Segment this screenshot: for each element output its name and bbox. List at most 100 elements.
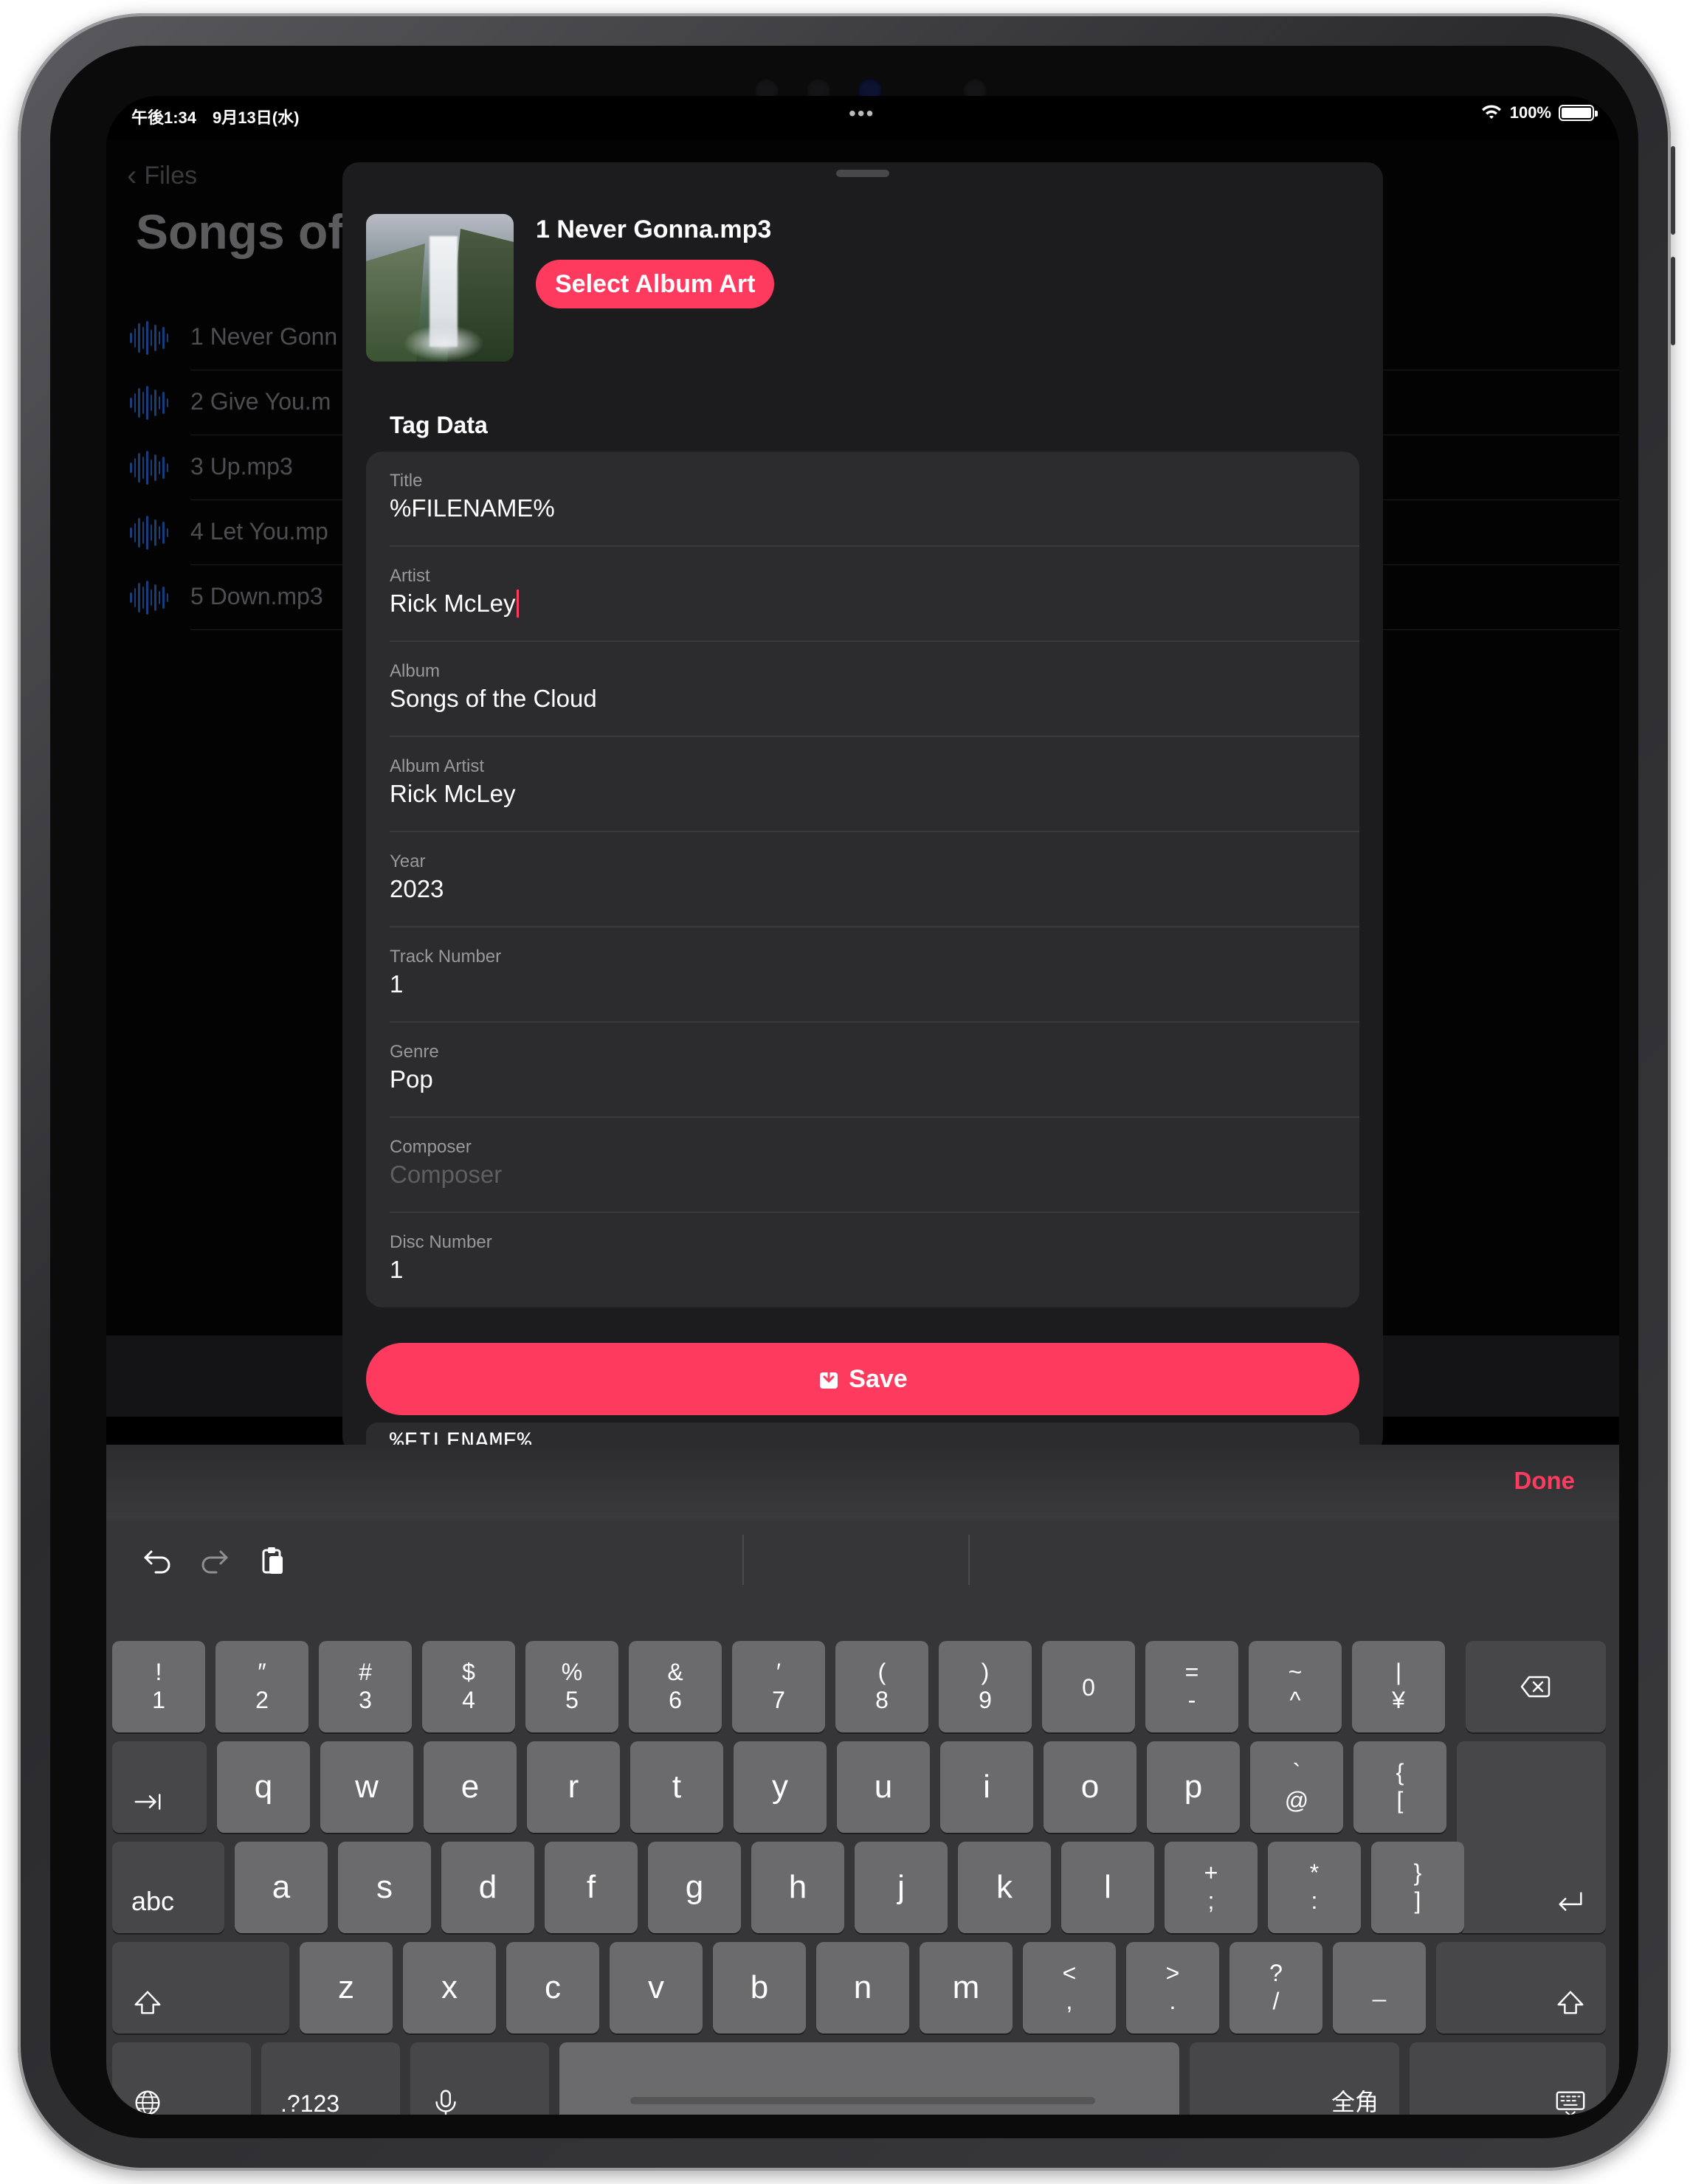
delete-key[interactable] — [1466, 1641, 1606, 1732]
tag-field-year[interactable]: Year 2023 — [366, 832, 1359, 927]
redo-icon[interactable] — [196, 1542, 233, 1579]
key-b[interactable]: b — [713, 1942, 806, 2033]
save-icon — [818, 1368, 840, 1390]
key-f[interactable]: f — [545, 1842, 638, 1933]
globe-icon — [135, 2090, 160, 2115]
audio-waveform-icon — [130, 580, 168, 615]
key-c[interactable]: c — [506, 1942, 599, 2033]
key-9[interactable]: ) 9 — [939, 1641, 1032, 1732]
key-^[interactable]: ~ ^ — [1249, 1641, 1342, 1732]
select-album-art-button[interactable]: Select Album Art — [536, 260, 775, 308]
key-r[interactable]: r — [527, 1741, 620, 1833]
tag-field-composer[interactable]: Composer Composer — [366, 1118, 1359, 1213]
field-value[interactable]: Rick McLey — [390, 780, 516, 808]
key-@[interactable]: ` @ — [1250, 1741, 1343, 1833]
key-5[interactable]: % 5 — [525, 1641, 618, 1732]
shift-icon — [134, 1991, 161, 2014]
shift-key-left[interactable] — [112, 1942, 289, 2033]
key-t[interactable]: t — [630, 1741, 723, 1833]
key-o[interactable]: o — [1044, 1741, 1137, 1833]
dismiss-keyboard-key[interactable] — [1410, 2042, 1606, 2115]
tag-fields-list: Title %FILENAME% Artist Rick McLey Album Song… — [366, 452, 1359, 1307]
key-q[interactable]: q — [217, 1741, 310, 1833]
key-g[interactable]: g — [648, 1842, 741, 1933]
tag-field-album[interactable]: Album Songs of the Cloud — [366, 642, 1359, 737]
key-][interactable]: }] — [1371, 1842, 1464, 1933]
field-value[interactable]: Composer — [390, 1161, 502, 1189]
kana-toggle-key[interactable]: 全角 — [1190, 2042, 1399, 2115]
save-button[interactable]: Save — [366, 1343, 1359, 1415]
tag-field-title[interactable]: Title %FILENAME% — [366, 452, 1359, 547]
key-8[interactable]: (8 — [835, 1641, 928, 1732]
key-p[interactable]: p — [1147, 1741, 1240, 1833]
key-,[interactable]: <, — [1023, 1942, 1116, 2033]
field-value[interactable]: %FILENAME% — [390, 494, 555, 522]
field-value[interactable]: 1 — [390, 970, 403, 998]
tag-field-album-artist[interactable]: Album Artist Rick McLey — [366, 737, 1359, 832]
dictation-key[interactable] — [410, 2042, 549, 2115]
sheet-grabber[interactable] — [836, 170, 889, 177]
tab-key[interactable] — [112, 1741, 207, 1833]
globe-key[interactable] — [112, 2042, 251, 2115]
key-1[interactable]: ! 1 — [112, 1641, 205, 1732]
done-button[interactable]: Done — [1514, 1467, 1576, 1495]
key-¥[interactable]: | ¥ — [1352, 1641, 1445, 1732]
numbers-key[interactable]: .?123 — [261, 2042, 400, 2115]
key-m[interactable]: m — [920, 1942, 1013, 2033]
field-value[interactable]: Pop — [390, 1065, 433, 1093]
abc-key[interactable]: abc — [112, 1842, 224, 1933]
key-y[interactable]: y — [734, 1741, 827, 1833]
key-:[interactable]: *: — [1268, 1842, 1361, 1933]
audio-waveform-icon — [130, 515, 168, 550]
back-button[interactable]: ‹ Files — [127, 159, 197, 193]
key--[interactable]: = - — [1145, 1641, 1238, 1732]
key-3[interactable]: #3 — [319, 1641, 412, 1732]
field-label: Disc Number — [390, 1232, 492, 1252]
tag-field-artist[interactable]: Artist Rick McLey — [366, 547, 1359, 642]
paste-icon[interactable] — [254, 1542, 291, 1579]
undo-icon[interactable] — [139, 1542, 176, 1579]
list-item-label: 5 Down.mp3 — [190, 583, 323, 609]
key-e[interactable]: e — [424, 1741, 517, 1833]
tag-field-track-number[interactable]: Track Number 1 — [366, 927, 1359, 1023]
key-underscore[interactable]: _ — [1333, 1942, 1426, 2033]
key-h[interactable]: h — [751, 1842, 844, 1933]
key-n[interactable]: n — [816, 1942, 909, 2033]
key-a[interactable]: a — [235, 1842, 328, 1933]
power-button — [1671, 257, 1675, 345]
key-[[interactable]: {[ — [1353, 1741, 1446, 1833]
key-.[interactable]: >. — [1126, 1942, 1219, 2033]
key-s[interactable]: s — [338, 1842, 431, 1933]
key-d[interactable]: d — [441, 1842, 534, 1933]
save-label: Save — [849, 1364, 908, 1393]
shift-key-right[interactable] — [1436, 1942, 1606, 2033]
audio-waveform-icon — [130, 450, 168, 485]
field-value[interactable]: Songs of the Cloud — [390, 685, 597, 713]
key-j[interactable]: j — [855, 1842, 948, 1933]
tag-field-disc-number[interactable]: Disc Number 1 — [366, 1213, 1359, 1307]
key-v[interactable]: v — [610, 1942, 703, 2033]
key-w[interactable]: w — [320, 1741, 413, 1833]
key-4[interactable]: $4 — [422, 1641, 515, 1732]
key-2[interactable]: ″ 2 — [215, 1641, 308, 1732]
key-i[interactable]: i — [940, 1741, 1033, 1833]
key-0[interactable]: 0 — [1042, 1641, 1135, 1732]
keyboard-shortcut-bar — [106, 1520, 1619, 1601]
field-value[interactable]: 2023 — [390, 875, 444, 903]
key-;[interactable]: +; — [1165, 1842, 1258, 1933]
field-value[interactable]: 1 — [390, 1256, 403, 1284]
key-7[interactable]: ′ 7 — [732, 1641, 825, 1732]
key-/[interactable]: ? / — [1229, 1942, 1322, 2033]
key-z[interactable]: z — [300, 1942, 393, 2033]
key-u[interactable]: u — [837, 1741, 930, 1833]
field-value[interactable]: Rick McLey — [390, 590, 519, 618]
software-keyboard: ! 1 ″ 2 #3 $4% 5 & 6 ′ 7(8) 9 0 = - ~ ^ | ¥ q w e r t y u i o p ` @{[ a… — [106, 1520, 1619, 2115]
multitasking-dots[interactable]: ••• — [849, 102, 875, 125]
key-x[interactable]: x — [403, 1942, 496, 2033]
key-6[interactable]: & 6 — [629, 1641, 722, 1732]
tag-field-genre[interactable]: Genre Pop — [366, 1023, 1359, 1118]
key-l[interactable]: l — [1061, 1842, 1154, 1933]
key-k[interactable]: k — [958, 1842, 1051, 1933]
return-key[interactable] — [1457, 1741, 1606, 1933]
ipad-frame: 午後1:34 9月13日(水) ••• 100% ‹ Files Songs o… — [18, 13, 1675, 2171]
